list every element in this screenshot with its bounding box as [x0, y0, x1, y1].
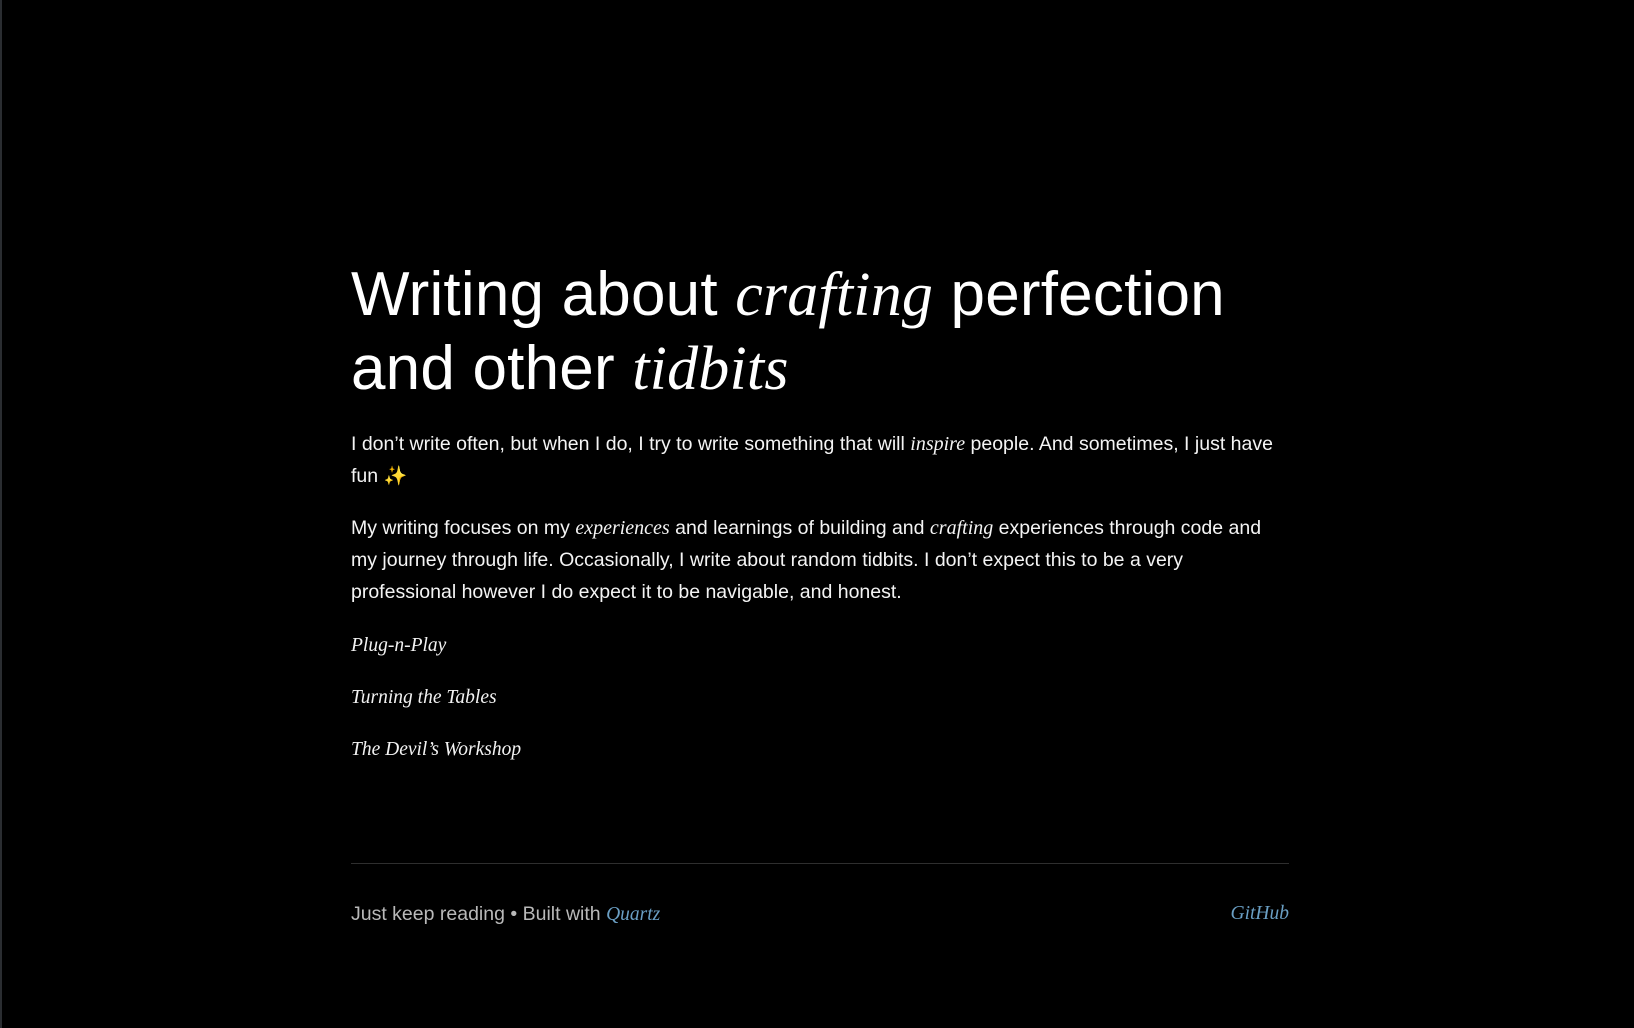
footer: Just keep reading • Built with Quartz Gi…	[351, 898, 1289, 930]
intro-p1-emphasis: inspire	[910, 433, 966, 455]
intro-p2-emphasis-1: experiences	[575, 517, 670, 539]
footer-tagline: Just keep reading	[351, 902, 505, 925]
window-left-edge	[0, 0, 2, 1028]
post-link-plug-n-play[interactable]: Plug-n-Play	[351, 635, 446, 656]
intro-p2-emphasis-2: crafting	[929, 517, 994, 539]
post-list-item: Plug-n-Play	[351, 628, 1289, 680]
title-emphasis-tidbits: tidbits	[632, 335, 789, 403]
page-title: Writing about crafting perfection and ot…	[351, 258, 1289, 406]
footer-separator: •	[510, 902, 518, 925]
github-link[interactable]: GitHub	[1231, 903, 1290, 925]
main-content: Writing about crafting perfection and ot…	[351, 258, 1289, 784]
post-link-turning-the-tables[interactable]: Turning the Tables	[351, 687, 497, 708]
post-link-devils-workshop[interactable]: The Devil’s Workshop	[351, 739, 521, 760]
footer-built-with: Built with	[522, 902, 601, 925]
intro-paragraph-2: My writing focuses on my experiences and…	[351, 512, 1289, 608]
post-list-item: Turning the Tables	[351, 680, 1289, 732]
sparkles-icon: ✨	[383, 465, 408, 487]
post-list-item: The Devil’s Workshop	[351, 732, 1289, 784]
post-list: Plug-n-Play Turning the Tables The Devil…	[351, 628, 1289, 784]
title-part-1: Writing about	[351, 260, 736, 329]
footer-divider	[351, 863, 1289, 864]
title-emphasis-crafting: crafting	[735, 261, 934, 329]
intro-p2-text-b: and learnings of building and	[669, 517, 930, 539]
intro-p2-text-a: My writing focuses on my	[351, 517, 576, 539]
intro-p1-text-a: I don’t write often, but when I do, I tr…	[351, 433, 911, 455]
footer-left: Just keep reading • Built with Quartz	[351, 903, 660, 926]
intro-paragraph-1: I don’t write often, but when I do, I tr…	[351, 428, 1289, 492]
quartz-link[interactable]: Quartz	[606, 904, 660, 925]
